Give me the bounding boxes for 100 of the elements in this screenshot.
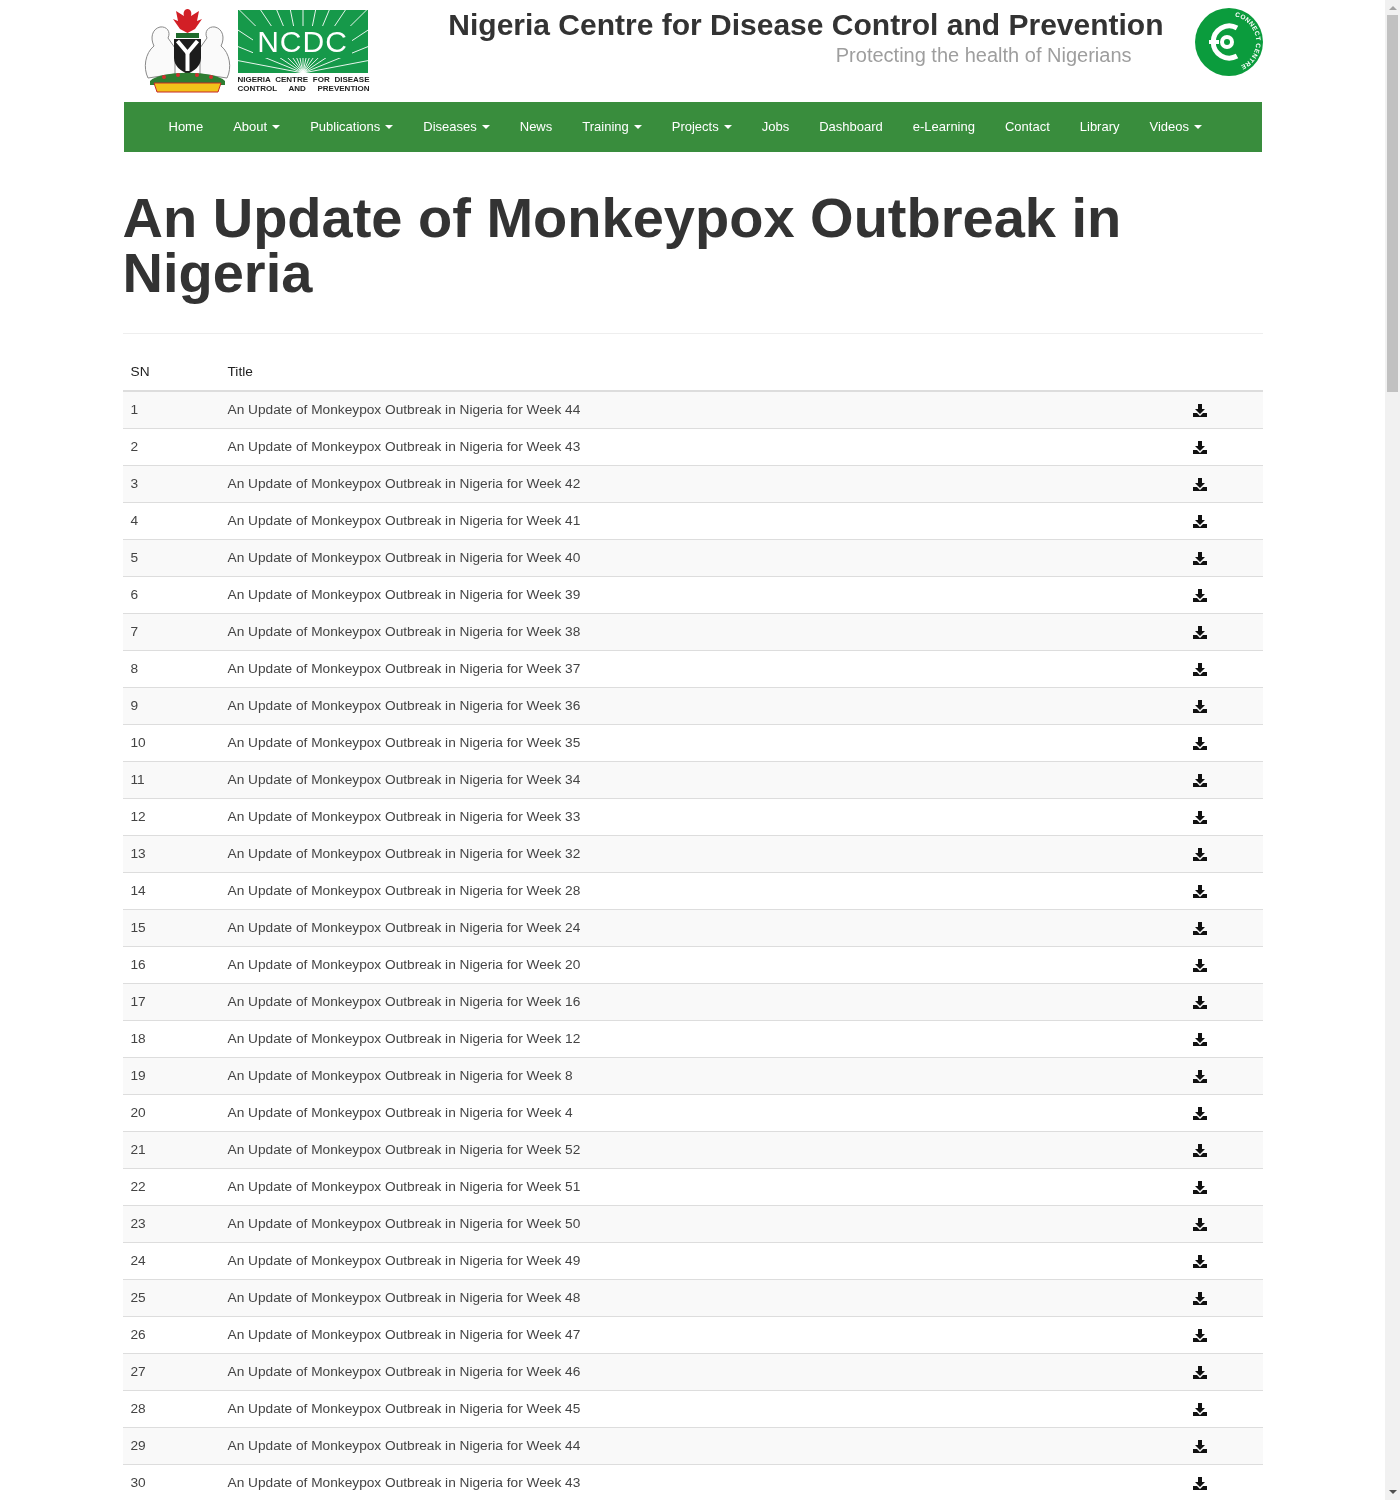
report-title: An Update of Monkeypox Outbreak in Nigeria for Week 42	[227, 476, 581, 491]
nav-link[interactable]: Training	[567, 102, 657, 152]
serial-number: 18	[130, 1031, 146, 1046]
download-icon[interactable]	[1192, 1217, 1207, 1231]
download-icon[interactable]	[1192, 514, 1207, 528]
serial-number: 3	[130, 476, 139, 491]
caret-icon	[723, 125, 732, 129]
nav-link[interactable]: e-Learning	[897, 102, 990, 152]
nav-link[interactable]: Jobs	[746, 102, 805, 152]
download-icon[interactable]	[1192, 1032, 1207, 1046]
download-icon[interactable]	[1192, 1402, 1207, 1416]
download-icon[interactable]	[1192, 588, 1207, 602]
report-title: An Update of Monkeypox Outbreak in Nigeria for Week 44	[227, 402, 581, 417]
nav-link[interactable]: News	[504, 102, 568, 152]
download-icon[interactable]	[1192, 736, 1207, 750]
download-icon[interactable]	[1192, 921, 1207, 935]
report-title: An Update of Monkeypox Outbreak in Nigeria for Week 8	[227, 1068, 573, 1083]
nav-link[interactable]: About	[218, 102, 296, 152]
serial-number: 7	[130, 624, 139, 639]
serial-number: 27	[130, 1364, 146, 1379]
report-title: An Update of Monkeypox Outbreak in Nigeria for Week 51	[227, 1179, 581, 1194]
serial-number: 25	[130, 1290, 146, 1305]
report-title: An Update of Monkeypox Outbreak in Nigeria for Week 36	[227, 698, 581, 713]
download-icon[interactable]	[1192, 1291, 1207, 1305]
serial-number: 8	[130, 661, 139, 676]
caret-icon	[385, 125, 394, 129]
download-icon[interactable]	[1192, 995, 1207, 1009]
nav-link[interactable]: Diseases	[408, 102, 505, 152]
download-icon[interactable]	[1192, 1143, 1207, 1157]
column-header: SN	[130, 364, 150, 379]
report-title: An Update of Monkeypox Outbreak in Nigeria for Week 48	[227, 1290, 581, 1305]
report-title: An Update of Monkeypox Outbreak in Nigeria for Week 37	[227, 661, 581, 676]
site-tagline: Protecting the health of Nigerians	[835, 43, 1132, 67]
report-title: An Update of Monkeypox Outbreak in Nigeria for Week 20	[227, 957, 581, 972]
report-title: An Update of Monkeypox Outbreak in Nigeria for Week 12	[227, 1031, 581, 1046]
caret-icon	[481, 125, 490, 129]
report-title: An Update of Monkeypox Outbreak in Nigeria for Week 43	[227, 439, 581, 454]
nav-link[interactable]: Projects	[656, 102, 747, 152]
serial-number: 2	[130, 439, 139, 454]
caret-icon	[272, 125, 281, 129]
download-icon[interactable]	[1192, 625, 1207, 639]
download-icon[interactable]	[1192, 1439, 1207, 1453]
nav-link[interactable]: Contact	[989, 102, 1065, 152]
report-title: An Update of Monkeypox Outbreak in Nigeria for Week 45	[227, 1401, 581, 1416]
download-icon[interactable]	[1192, 1106, 1207, 1120]
download-icon[interactable]	[1192, 662, 1207, 676]
download-icon[interactable]	[1192, 1069, 1207, 1083]
download-icon[interactable]	[1192, 699, 1207, 713]
nav-link[interactable]: Home	[153, 102, 219, 152]
report-title: An Update of Monkeypox Outbreak in Nigeria for Week 44	[227, 1438, 581, 1453]
serial-number: 4	[130, 513, 139, 528]
serial-number: 28	[130, 1401, 146, 1416]
scroll-thumb[interactable]	[1387, 15, 1398, 392]
logo-caption: NIGERIA CENTRE FOR DISEASE	[237, 75, 370, 84]
download-icon[interactable]	[1192, 1254, 1207, 1268]
nav-link[interactable]: Videos	[1134, 102, 1218, 152]
download-icon[interactable]	[1192, 1180, 1207, 1194]
serial-number: 17	[130, 994, 146, 1009]
download-icon[interactable]	[1192, 1365, 1207, 1379]
serial-number: 29	[130, 1438, 146, 1453]
serial-number: 11	[130, 772, 145, 787]
scroll-down-arrow-icon[interactable]	[1388, 1490, 1397, 1494]
caret-icon	[1194, 125, 1203, 129]
serial-number: 23	[130, 1216, 146, 1231]
download-icon[interactable]	[1192, 773, 1207, 787]
report-title: An Update of Monkeypox Outbreak in Nigeria for Week 39	[227, 587, 581, 602]
serial-number: 15	[130, 920, 146, 935]
serial-number: 10	[130, 735, 146, 750]
serial-number: 12	[130, 809, 146, 824]
report-title: An Update of Monkeypox Outbreak in Nigeria for Week 38	[227, 624, 581, 639]
report-title: An Update of Monkeypox Outbreak in Nigeria for Week 32	[227, 846, 581, 861]
serial-number: 20	[130, 1105, 146, 1120]
download-icon[interactable]	[1192, 847, 1207, 861]
report-title: An Update of Monkeypox Outbreak in Nigeria for Week 4	[227, 1105, 573, 1120]
logo-caption: CONTROL AND PREVENTION	[237, 84, 370, 93]
nav-link[interactable]: Publications	[295, 102, 409, 152]
download-icon[interactable]	[1192, 884, 1207, 898]
serial-number: 5	[130, 550, 139, 565]
nav-link[interactable]: Library	[1064, 102, 1135, 152]
download-icon[interactable]	[1192, 403, 1207, 417]
report-title: An Update of Monkeypox Outbreak in Nigeria for Week 43	[227, 1475, 581, 1490]
report-title: An Update of Monkeypox Outbreak in Nigeria for Week 40	[227, 550, 581, 565]
caret-icon	[633, 125, 642, 129]
nav-link[interactable]: Dashboard	[804, 102, 898, 152]
report-title: An Update of Monkeypox Outbreak in Nigeria for Week 16	[227, 994, 581, 1009]
serial-number: 6	[130, 587, 139, 602]
report-title: An Update of Monkeypox Outbreak in Nigeria for Week 28	[227, 883, 581, 898]
serial-number: 24	[130, 1253, 146, 1268]
serial-number: 26	[130, 1327, 146, 1342]
download-icon[interactable]	[1192, 1476, 1207, 1490]
download-icon[interactable]	[1192, 551, 1207, 565]
download-icon[interactable]	[1192, 440, 1207, 454]
serial-number: 9	[130, 698, 139, 713]
download-icon[interactable]	[1192, 958, 1207, 972]
serial-number: 1	[130, 402, 139, 417]
download-icon[interactable]	[1192, 477, 1207, 491]
download-icon[interactable]	[1192, 810, 1207, 824]
download-icon[interactable]	[1192, 1328, 1207, 1342]
column-header: Title	[227, 364, 253, 379]
serial-number: 21	[130, 1142, 146, 1157]
